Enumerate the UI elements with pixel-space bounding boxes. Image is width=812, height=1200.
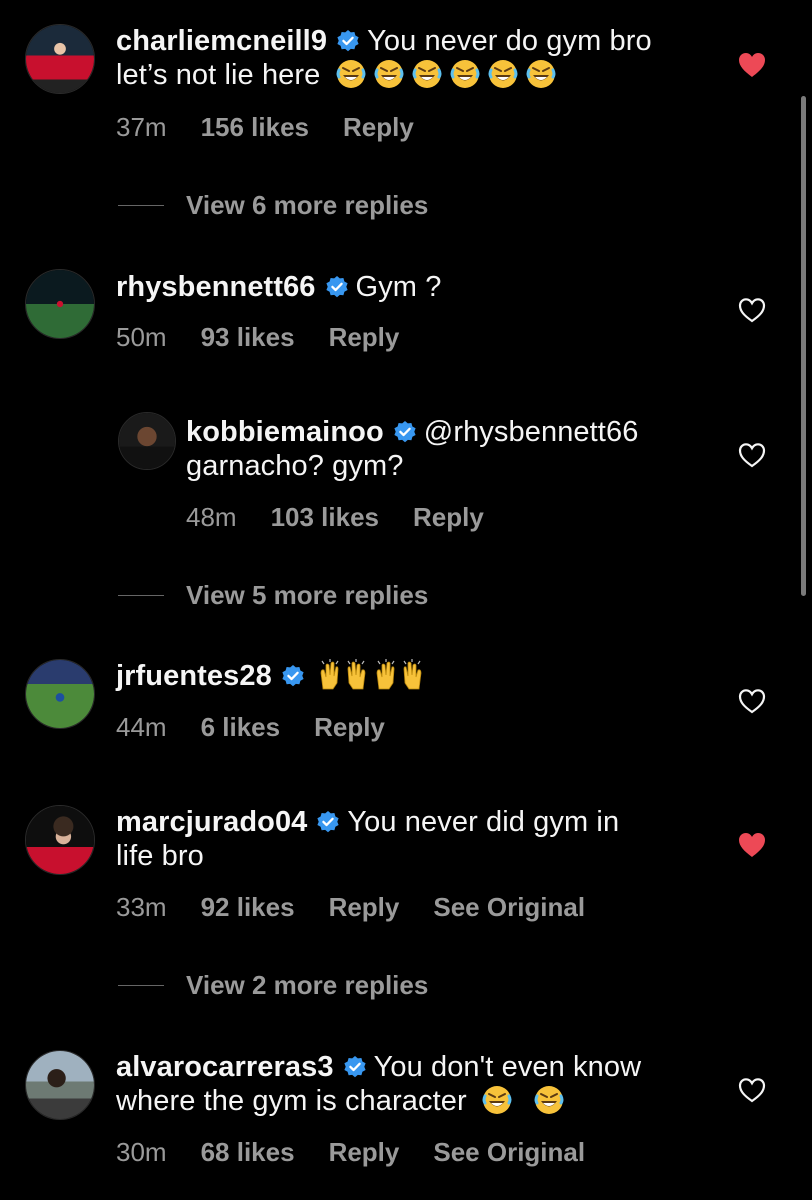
avatar-image — [26, 1051, 94, 1119]
divider — [118, 595, 164, 596]
timestamp: 48m — [186, 502, 237, 532]
avatar[interactable] — [25, 659, 95, 729]
verified-icon — [336, 29, 360, 53]
rofl-emoji-group — [481, 1084, 571, 1117]
avatar[interactable] — [25, 269, 95, 339]
avatar[interactable] — [25, 24, 95, 94]
avatar[interactable] — [25, 805, 95, 875]
divider — [118, 985, 164, 986]
comment-meta: 30m 68 likes Reply See Original — [116, 1137, 619, 1168]
verified-icon — [342, 1055, 367, 1079]
comment-text: You don't even know — [373, 1051, 642, 1083]
timestamp: 50m — [116, 322, 167, 352]
timestamp: 30m — [116, 1137, 167, 1167]
comment-meta: 37m 156 likes Reply — [116, 112, 448, 143]
comment-body: alvarocarreras3 You don't even know where… — [116, 1050, 736, 1118]
avatar[interactable] — [118, 412, 176, 470]
see-original-button[interactable]: See Original — [433, 1137, 585, 1168]
comment-meta: 48m 103 likes Reply — [186, 502, 518, 533]
comment-text: let’s not lie here — [116, 59, 321, 91]
divider — [118, 205, 164, 206]
see-original-button[interactable]: See Original — [433, 892, 585, 923]
username[interactable]: kobbiemainoo — [186, 416, 384, 448]
view-more-replies-label[interactable]: View 2 more replies — [186, 970, 428, 1001]
comment-body: rhysbennett66 Gym ? — [116, 270, 736, 304]
heart-outline-icon[interactable] — [738, 688, 766, 714]
avatar[interactable] — [25, 1050, 95, 1120]
username[interactable]: marcjurado04 — [116, 806, 307, 838]
username[interactable]: rhysbennett66 — [116, 271, 316, 303]
reply-button[interactable]: Reply — [329, 322, 400, 353]
heart-outline-icon[interactable] — [738, 442, 766, 468]
heart-outline-icon[interactable] — [738, 297, 766, 323]
raising-hands-icon — [347, 659, 366, 690]
username[interactable]: charliemcneill9 — [116, 25, 327, 57]
timestamp: 37m — [116, 112, 167, 142]
rofl-emoji-icon — [449, 58, 481, 90]
likes-count[interactable]: 6 likes — [201, 712, 281, 743]
comment-body: marcjurado04 You never did gym in life br… — [116, 805, 736, 873]
comment-body: jrfuentes28 — [116, 659, 736, 693]
comment-text: You never did gym in — [347, 806, 620, 838]
raising-hands-icon — [320, 659, 339, 690]
comment-text: where the gym is character — [116, 1085, 467, 1117]
username[interactable]: alvarocarreras3 — [116, 1051, 334, 1083]
avatar-image — [26, 270, 94, 338]
likes-count[interactable]: 68 likes — [201, 1137, 295, 1168]
reply-button[interactable]: Reply — [329, 892, 400, 923]
avatar-image — [119, 413, 175, 469]
rofl-emoji-icon — [487, 58, 519, 90]
heart-filled-icon[interactable] — [738, 52, 766, 78]
comment-meta: 33m 92 likes Reply See Original — [116, 892, 619, 923]
comment-text: garnacho? gym? — [186, 450, 404, 482]
comment-text: You never do gym bro — [367, 25, 652, 57]
reply-button[interactable]: Reply — [314, 712, 385, 743]
heart-filled-icon[interactable] — [738, 832, 766, 858]
likes-count[interactable]: 92 likes — [201, 892, 295, 923]
view-more-replies-label[interactable]: View 5 more replies — [186, 580, 428, 611]
view-more-replies[interactable]: View 2 more replies — [118, 970, 428, 1001]
comment-meta: 50m 93 likes Reply — [116, 322, 433, 353]
comment-body: kobbiemainoo @rhysbennett66 garnacho? gym… — [186, 415, 736, 483]
raising-hands-icon — [376, 659, 395, 690]
reply-button[interactable]: Reply — [329, 1137, 400, 1168]
mention-link[interactable]: @rhysbennett66 — [424, 416, 639, 448]
reply-button[interactable]: Reply — [343, 112, 414, 143]
verified-icon — [324, 275, 349, 299]
likes-count[interactable]: 93 likes — [201, 322, 295, 353]
timestamp: 44m — [116, 712, 167, 742]
reply-button[interactable]: Reply — [413, 502, 484, 533]
view-more-replies-label[interactable]: View 6 more replies — [186, 190, 428, 221]
verified-icon — [281, 664, 305, 688]
rofl-emoji-icon — [373, 58, 405, 90]
rofl-emoji-icon — [335, 58, 367, 90]
comment-meta: 44m 6 likes Reply — [116, 712, 419, 743]
avatar-image — [26, 806, 94, 874]
timestamp: 33m — [116, 892, 167, 922]
rofl-emoji-icon — [533, 1084, 565, 1116]
comment-body: charliemcneill9 You never do gym bro let’… — [116, 24, 736, 92]
view-more-replies[interactable]: View 5 more replies — [118, 580, 428, 611]
raising-hands-icon — [403, 659, 422, 690]
view-more-replies[interactable]: View 6 more replies — [118, 190, 428, 221]
comment-text: life bro — [116, 840, 204, 872]
rofl-emoji-group — [335, 58, 563, 91]
heart-outline-icon[interactable] — [738, 1077, 766, 1103]
likes-count[interactable]: 156 likes — [201, 112, 309, 143]
scrollbar[interactable] — [801, 96, 806, 596]
comment-text: Gym ? — [355, 271, 442, 303]
likes-count[interactable]: 103 likes — [271, 502, 379, 533]
avatar-image — [26, 660, 94, 728]
verified-icon — [393, 420, 417, 444]
rofl-emoji-icon — [481, 1084, 513, 1116]
verified-icon — [316, 810, 341, 834]
avatar-image — [26, 25, 94, 93]
rofl-emoji-icon — [525, 58, 557, 90]
username[interactable]: jrfuentes28 — [116, 660, 272, 692]
rofl-emoji-icon — [411, 58, 443, 90]
